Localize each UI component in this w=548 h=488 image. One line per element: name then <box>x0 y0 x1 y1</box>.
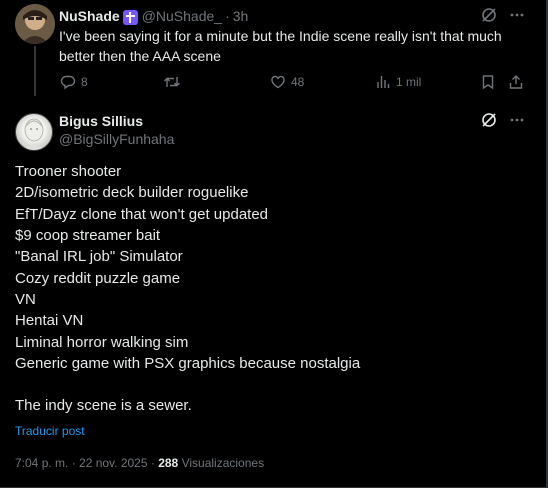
tweet-line: "Banal IRL job" Simulator <box>15 248 183 266</box>
parent-tweet-text: I've been saying it for a minute but the… <box>59 28 502 64</box>
avatar-nushade[interactable] <box>15 4 55 44</box>
like-button[interactable]: 48 <box>270 74 304 90</box>
retweet-icon <box>164 77 180 87</box>
tweet-line: $9 coop streamer bait <box>15 227 161 245</box>
author-name[interactable]: Bigus Sillius <box>59 113 143 129</box>
separator: · <box>225 8 230 24</box>
reply-icon <box>60 75 76 90</box>
views-label: Visualizaciones <box>181 456 265 470</box>
parent-action-bar: 8 48 1 mil <box>56 72 526 92</box>
reply-count: 8 <box>81 75 88 89</box>
bookmark-icon <box>482 75 494 90</box>
views-button[interactable]: 1 mil <box>375 74 421 90</box>
tweet-line: VN <box>15 291 36 309</box>
tweet-thread: NuShade @NuShade_ · 3h I've been saying … <box>0 0 548 488</box>
post-time[interactable]: 3h <box>233 8 249 24</box>
share-icon <box>509 75 523 89</box>
avatar-bigus-sillius[interactable] <box>15 113 53 151</box>
closing-line: The indy scene is a sewer. <box>15 397 192 415</box>
reply-button[interactable]: 8 <box>60 74 88 90</box>
post-timestamp[interactable]: 7:04 p. m. · 22 nov. 2025 · <box>15 456 155 470</box>
more-icon[interactable] <box>509 7 525 23</box>
like-icon <box>271 75 285 89</box>
grok-icon[interactable] <box>481 112 497 128</box>
tweet-line: Generic game with PSX graphics because n… <box>15 355 361 373</box>
tweet-line: Liminal horror walking sim <box>15 333 189 351</box>
parent-header: NuShade @NuShade_ · 3h <box>59 7 248 25</box>
retweet-button[interactable] <box>163 74 186 90</box>
main-header: Bigus Sillius @BigSillyFunhaha <box>59 113 174 147</box>
author-handle[interactable]: @BigSillyFunhaha <box>59 131 174 147</box>
tweet-line: Cozy reddit puzzle game <box>15 269 181 287</box>
views-icon <box>377 76 390 88</box>
more-icon[interactable] <box>509 112 525 128</box>
like-count: 48 <box>291 75 305 89</box>
parent-top-actions <box>481 7 525 23</box>
view-count: 288 <box>158 456 179 470</box>
post-meta: 7:04 p. m. · 22 nov. 2025 · 288 Visualiz… <box>15 456 264 470</box>
tweet-line: Hentai VN <box>15 312 84 330</box>
main-top-actions <box>481 112 525 128</box>
cross-badge-icon <box>122 9 138 25</box>
bookmark-button[interactable] <box>480 74 496 90</box>
tweet-line: Trooner shooter <box>15 163 122 180</box>
translate-link[interactable]: Traducir post <box>15 424 85 438</box>
author-name[interactable]: NuShade <box>59 8 120 24</box>
main-tweet-text: Trooner shooter 2D/isometric deck builde… <box>15 161 525 417</box>
author-handle[interactable]: @NuShade_ <box>142 8 222 24</box>
thread-connector <box>34 46 36 96</box>
tweet-line: 2D/isometric deck builder roguelike <box>15 184 249 202</box>
grok-icon[interactable] <box>481 7 497 23</box>
share-button[interactable] <box>508 74 524 90</box>
tweet-line: EfT/Dayz clone that won't get updated <box>15 205 269 223</box>
view-count: 1 mil <box>396 75 422 89</box>
